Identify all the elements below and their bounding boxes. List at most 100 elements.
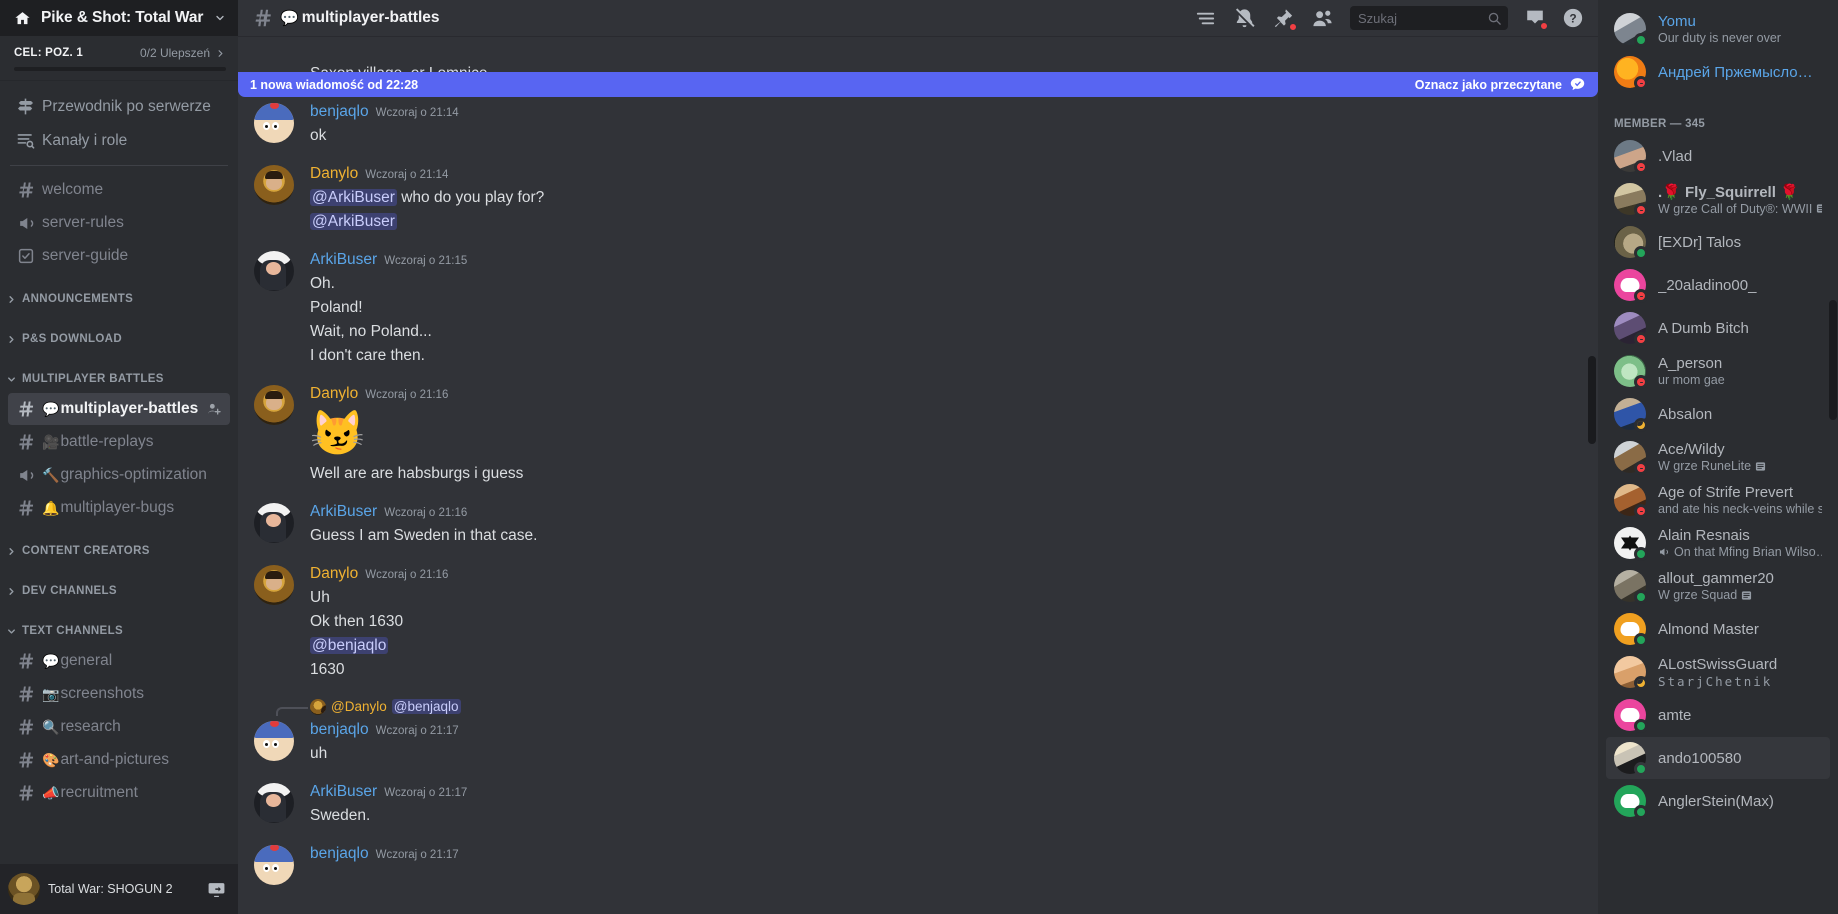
server-header[interactable]: Pike & Shot: Total War [0, 0, 238, 36]
message-author[interactable]: ArkiBuser [310, 501, 377, 523]
current-game-label: Total War: SHOGUN 2 [48, 882, 173, 896]
mark-as-read-label[interactable]: Oznacz jako przeczytane [1415, 78, 1562, 92]
member-row[interactable]: [EXDr] Talos [1606, 221, 1830, 263]
threads-icon[interactable] [1194, 7, 1217, 30]
search-box[interactable] [1350, 6, 1508, 30]
channel-name: general [60, 652, 113, 669]
chevron-down-icon[interactable] [214, 12, 226, 24]
member-row[interactable]: AnglerStein(Max) [1606, 780, 1830, 822]
sidebar-channel-general[interactable]: 💬 general [8, 645, 230, 677]
member-row[interactable]: Ace/Wildy W grze RuneLite [1606, 436, 1830, 478]
member-row[interactable]: Absalon [1606, 393, 1830, 435]
member-row[interactable]: Almond Master [1606, 608, 1830, 650]
avatar[interactable] [254, 564, 294, 605]
member-status-label: W grze Squad [1658, 588, 1738, 602]
member-row[interactable]: .Vlad [1606, 135, 1830, 177]
category-ps-download[interactable]: P&S DOWNLOAD [0, 326, 238, 352]
member-row[interactable]: Alain Resnais On that Mfing Brian Wilso… [1606, 522, 1830, 564]
sidebar-item-channels-and-roles[interactable]: Kanały i role [8, 124, 230, 157]
member-list-icon[interactable] [1311, 7, 1334, 30]
reply-author[interactable]: @Danylo [331, 699, 387, 714]
member-list-scrollbar[interactable] [1829, 300, 1837, 420]
sidebar-channel-graphics-optimization[interactable]: 🔨 graphics-optimization [8, 459, 230, 491]
avatar[interactable] [254, 720, 294, 761]
channel-emoji: 🔔 [42, 500, 60, 516]
category-content-creators[interactable]: CONTENT CREATORS [0, 538, 238, 564]
category-dev-channels[interactable]: DEV CHANNELS [0, 578, 238, 604]
screen-share-icon[interactable] [202, 880, 230, 899]
user-mention[interactable]: @ArkiBuser [310, 189, 397, 206]
avatar[interactable] [254, 782, 294, 823]
new-messages-banner[interactable]: 1 nowa wiadomość od 22:28 Oznacz jako pr… [238, 72, 1598, 97]
sidebar-channel-recruitment[interactable]: 📣 recruitment [8, 777, 230, 809]
message-author[interactable]: benjaqlo [310, 843, 369, 865]
message-author[interactable]: Danylo [310, 563, 358, 585]
sidebar-channel-welcome[interactable]: welcome [8, 174, 230, 206]
message-author[interactable]: ArkiBuser [310, 249, 377, 271]
member-row[interactable]: _20aladino00_ [1606, 264, 1830, 306]
pinned-messages-icon[interactable] [1272, 7, 1297, 31]
message-line: @ArkiBuser [310, 210, 1532, 234]
message-list[interactable]: Saxon village, or Lomnice benjaqlo Wczor… [238, 36, 1598, 914]
search-input[interactable] [1358, 10, 1487, 26]
inbox-icon[interactable] [1524, 7, 1548, 30]
category-multiplayer-battles[interactable]: MULTIPLAYER BATTLES [0, 366, 238, 392]
category-text-channels[interactable]: TEXT CHANNELS [0, 618, 238, 644]
user-mention[interactable]: @benjaqlo [391, 699, 461, 715]
sidebar-item-server-guide-nav[interactable]: Przewodnik po serwerze [8, 90, 230, 123]
add-member-icon[interactable] [206, 401, 222, 417]
avatar[interactable] [254, 165, 294, 205]
member-status-label: On that Mfing Brian Wilso… [1674, 545, 1822, 559]
member-row[interactable]: ALostSwissGuard StarjChetnik [1606, 651, 1830, 693]
user-activity-panel[interactable]: Total War: SHOGUN 2 [0, 864, 238, 914]
user-mention[interactable]: @benjaqlo [310, 636, 389, 654]
message: ArkiBuser Wczoraj o 21:17 Sweden. [238, 780, 1590, 829]
sidebar-channel-server-guide[interactable]: server-guide [8, 240, 230, 272]
member-row[interactable]: Yomu Our duty is never over [1606, 8, 1830, 50]
channel-emoji: 📷 [42, 686, 60, 702]
quest-progress-bar[interactable]: CEL: POZ. 1 0/2 Ulepszeń [0, 36, 238, 81]
avatar[interactable] [254, 103, 294, 143]
mark-read-icon[interactable] [1569, 76, 1586, 93]
member-group-title: MEMBER — 345 [1614, 118, 1705, 130]
member-row[interactable]: .🌹 Fly_Squirrell 🌹 W grze Call of Duty®:… [1606, 178, 1830, 220]
message-author[interactable]: benjaqlo [310, 101, 369, 123]
channel-list[interactable]: Przewodnik po serwerze Kanały i role wel… [0, 81, 238, 864]
message-author[interactable]: Danylo [310, 163, 358, 185]
category-label: DEV CHANNELS [22, 585, 117, 597]
sidebar-channel-art-and-pictures[interactable]: 🎨 art-and-pictures [8, 744, 230, 776]
sidebar-channel-multiplayer-battles[interactable]: 💬 multiplayer-battles [8, 393, 230, 425]
avatar[interactable] [8, 873, 40, 905]
notifications-muted-icon[interactable] [1233, 7, 1256, 30]
member-row[interactable]: A_person ur mom gae [1606, 350, 1830, 392]
member-row[interactable]: Age of Strife Prevert and ate his neck-v… [1606, 479, 1830, 521]
category-announcements[interactable]: ANNOUNCEMENTS [0, 286, 238, 312]
message-scrollbar[interactable] [1588, 356, 1596, 444]
avatar[interactable] [254, 385, 294, 425]
reply-context[interactable]: @Danylo @benjaqlo [238, 698, 1590, 716]
sidebar-channel-battle-replays[interactable]: 🎥 battle-replays [8, 426, 230, 458]
member-row[interactable]: Андрей Пржемысло… [1606, 51, 1830, 93]
sidebar-channel-screenshots[interactable]: 📷 screenshots [8, 678, 230, 710]
member-name: Absalon [1658, 405, 1713, 423]
member-row[interactable]: allout_gammer20 W grze Squad [1606, 565, 1830, 607]
member-row[interactable]: ando100580 [1606, 737, 1830, 779]
avatar[interactable] [254, 251, 294, 291]
member-name: ALostSwissGuard [1658, 655, 1778, 673]
sidebar-channel-research[interactable]: 🔍 research [8, 711, 230, 743]
help-icon[interactable]: ? [1562, 7, 1584, 29]
avatar[interactable] [254, 502, 294, 543]
sidebar-channel-server-rules[interactable]: server-rules [8, 207, 230, 239]
message-author[interactable]: benjaqlo [310, 719, 369, 741]
channel-emoji: 🎥 [42, 434, 60, 450]
status-badge [1634, 418, 1648, 432]
message-timestamp: Wczoraj o 21:15 [384, 255, 468, 267]
message-author[interactable]: Danylo [310, 383, 358, 405]
member-row[interactable]: amte [1606, 694, 1830, 736]
avatar[interactable] [254, 844, 294, 885]
message-author[interactable]: ArkiBuser [310, 781, 377, 803]
user-mention[interactable]: @ArkiBuser [310, 213, 397, 230]
member-list[interactable]: Yomu Our duty is never over Андрей Пржем… [1598, 0, 1838, 914]
member-row[interactable]: A Dumb Bitch [1606, 307, 1830, 349]
sidebar-channel-multiplayer-bugs[interactable]: 🔔 multiplayer-bugs [8, 492, 230, 524]
